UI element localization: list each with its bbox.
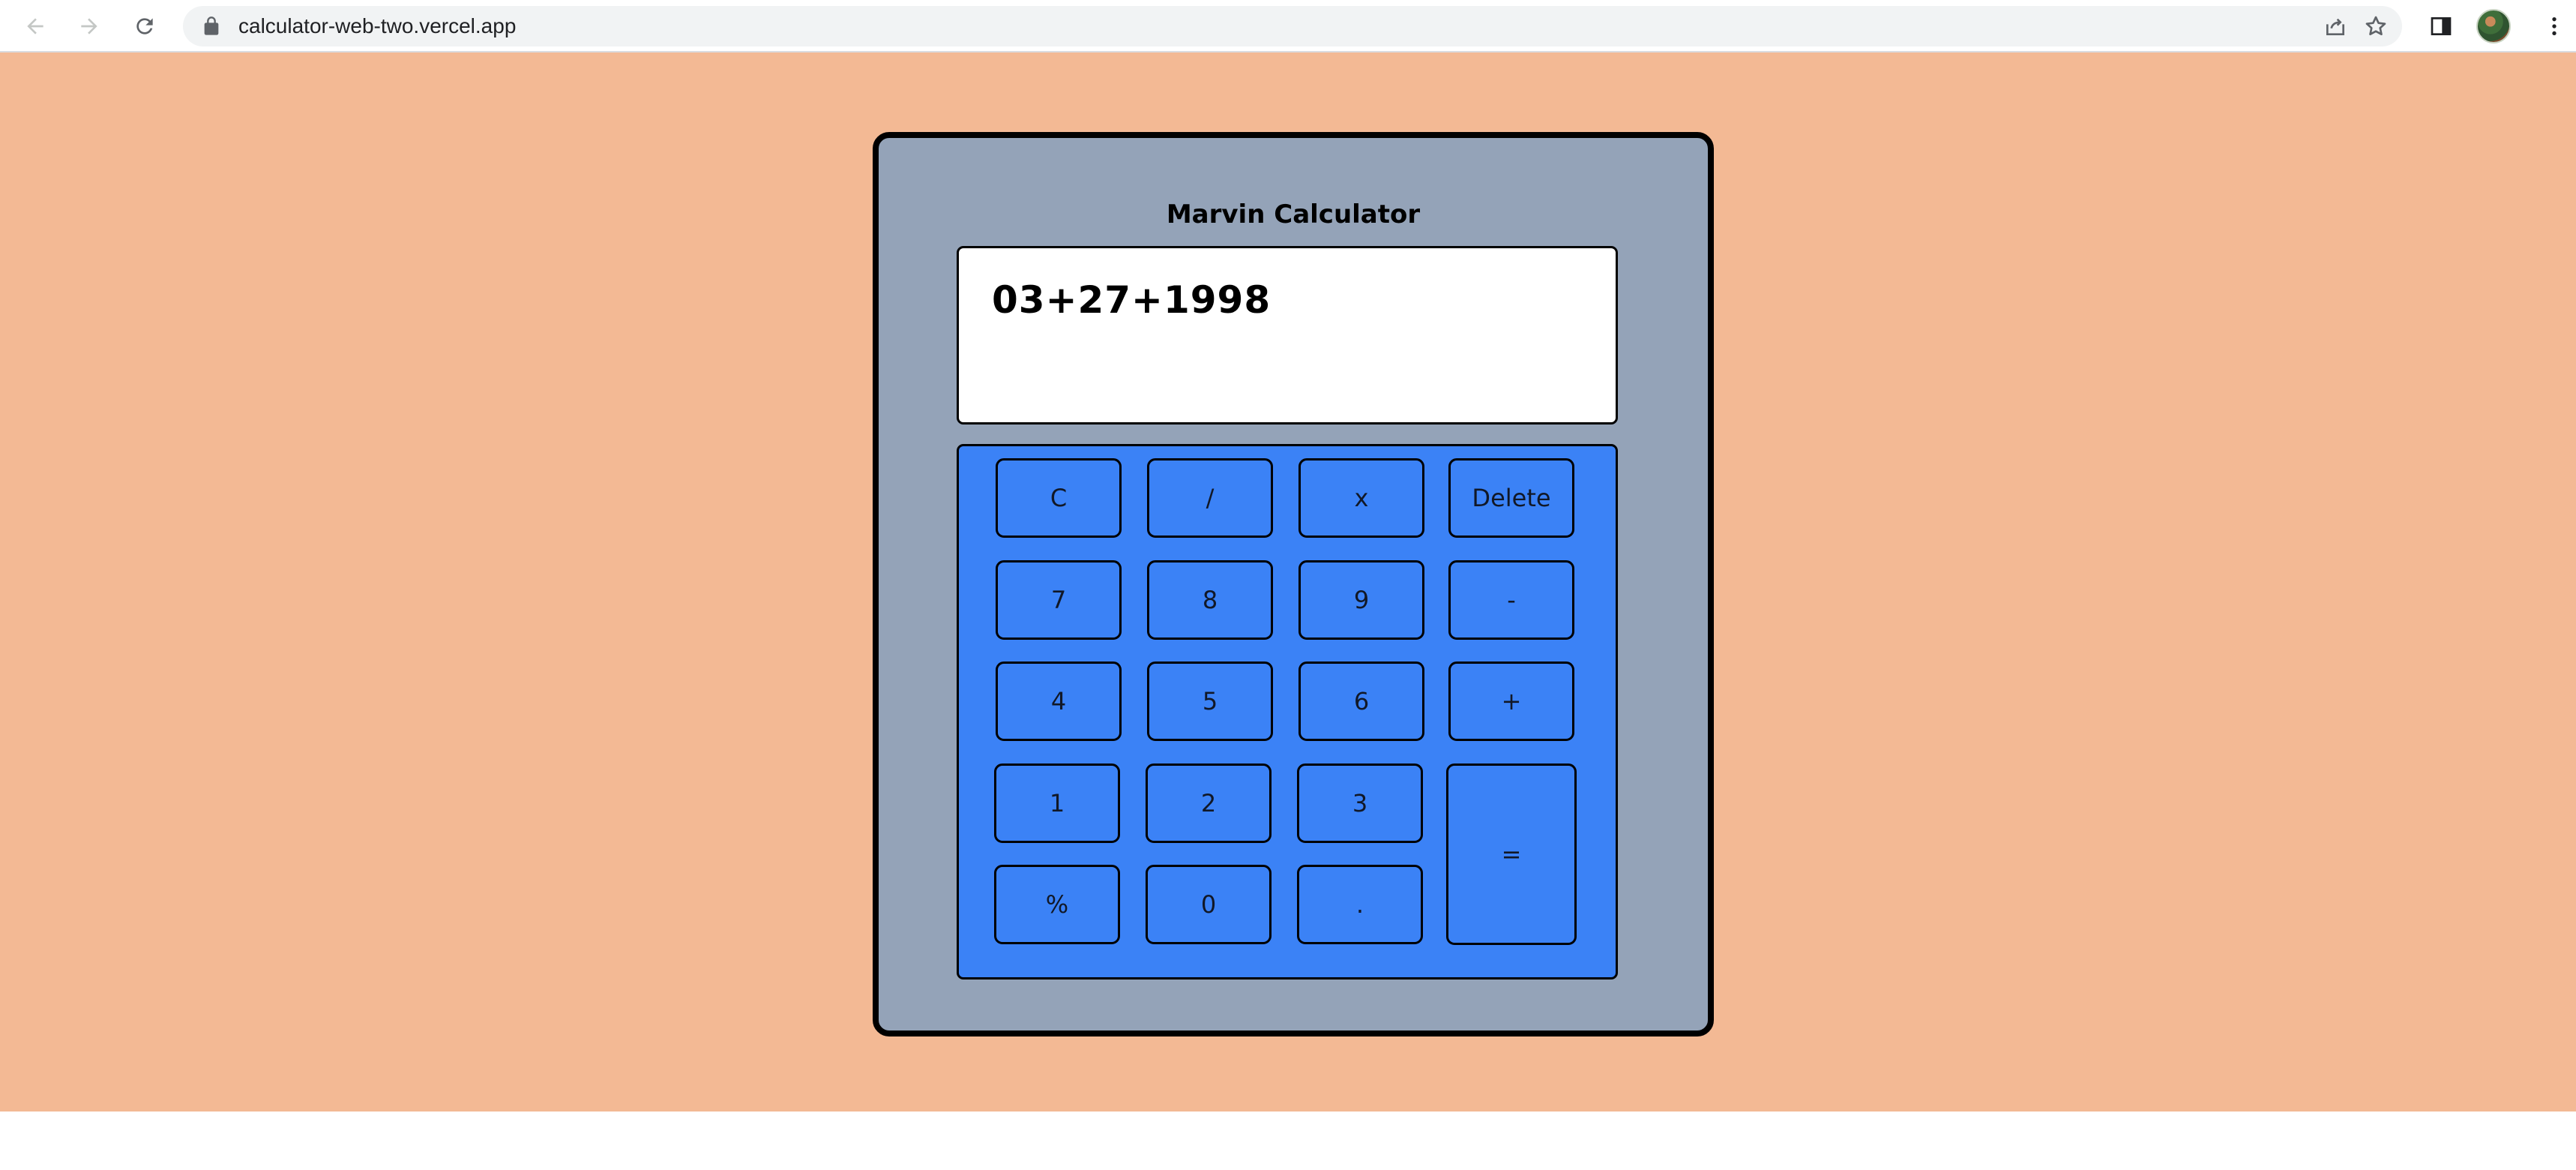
kebab-menu-icon [2552,17,2557,35]
reload-icon [136,18,153,34]
digit-0-button[interactable]: 0 [1146,865,1272,944]
bookmark-button[interactable] [2362,12,2390,40]
browser-toolbar: calculator-web-two.vercel.app [0,0,2576,52]
equals-button[interactable]: = [1446,764,1577,945]
digit-7-button[interactable]: 7 [996,560,1122,640]
page-footer-blank [0,1112,2576,1170]
forward-button[interactable] [70,8,108,45]
keypad: C / x Delete 7 8 9 - 4 5 6 + 1 2 3 = % 0… [957,444,1618,980]
side-panel-button[interactable] [2422,8,2460,45]
minus-button[interactable]: - [1448,560,1574,640]
star-icon [2365,16,2386,35]
url-text[interactable]: calculator-web-two.vercel.app [238,6,516,46]
address-bar[interactable]: calculator-web-two.vercel.app [183,6,2402,46]
digit-8-button[interactable]: 8 [1147,560,1273,640]
percent-button[interactable]: % [994,865,1120,944]
delete-button[interactable]: Delete [1448,458,1574,538]
page-background: Marvin Calculator 03+27+1998 C / x Delet… [0,52,2576,1112]
decimal-button[interactable]: . [1297,865,1423,944]
multiply-button[interactable]: x [1298,458,1424,538]
side-panel-icon [2431,17,2452,35]
lock-icon [204,16,219,35]
share-icon [2326,18,2344,35]
arrow-left-icon [27,18,43,34]
digit-1-button[interactable]: 1 [994,764,1120,843]
display-value: 03+27+1998 [992,278,1272,322]
arrow-right-icon [81,18,97,34]
calculator-display: 03+27+1998 [957,246,1618,424]
digit-4-button[interactable]: 4 [996,662,1122,741]
share-button[interactable] [2321,12,2350,40]
digit-3-button[interactable]: 3 [1297,764,1423,843]
reload-button[interactable] [126,8,163,45]
plus-button[interactable]: + [1448,662,1574,741]
clear-button[interactable]: C [996,458,1122,538]
digit-2-button[interactable]: 2 [1146,764,1272,843]
avatar[interactable] [2476,9,2511,44]
digit-9-button[interactable]: 9 [1298,560,1424,640]
back-button[interactable] [16,8,54,45]
digit-6-button[interactable]: 6 [1298,662,1424,741]
digit-5-button[interactable]: 5 [1147,662,1273,741]
calculator: Marvin Calculator 03+27+1998 C / x Delet… [873,132,1714,1036]
browser-menu-button[interactable] [2536,8,2573,45]
calculator-title: Marvin Calculator [1166,200,1421,230]
divide-button[interactable]: / [1147,458,1273,538]
